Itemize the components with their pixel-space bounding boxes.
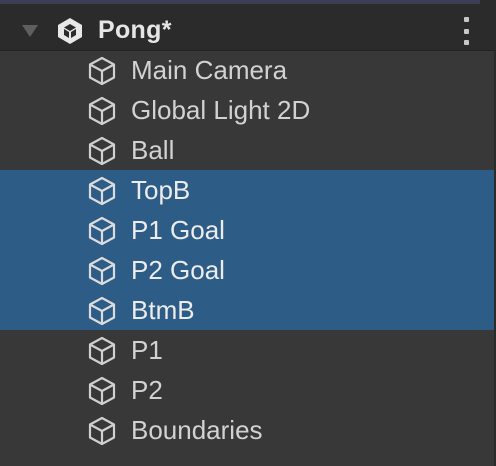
hierarchy-item-label: Main Camera — [131, 55, 288, 85]
hierarchy-item-label: Global Light 2D — [131, 95, 311, 125]
hierarchy-window: Pong* Main Camera Global Light 2D Ball T… — [0, 0, 496, 466]
hierarchy-item-topb[interactable]: TopB — [0, 170, 496, 210]
kebab-dot — [463, 40, 469, 45]
hierarchy-item-label: TopB — [131, 175, 191, 205]
gameobject-cube-icon — [88, 216, 116, 246]
gameobject-cube-icon — [88, 96, 116, 126]
kebab-dot — [463, 28, 469, 34]
hierarchy-item-p2[interactable]: P2 — [0, 370, 496, 410]
gameobject-cube-icon — [88, 136, 116, 166]
hierarchy-item-boundaries[interactable]: Boundaries — [0, 410, 496, 450]
more-options-icon[interactable] — [456, 17, 476, 45]
hierarchy-item-label: P1 — [131, 335, 163, 365]
gameobject-cube-icon — [88, 376, 116, 406]
hierarchy-item-main-camera[interactable]: Main Camera — [0, 50, 496, 90]
hierarchy-item-label: BtmB — [131, 295, 195, 325]
hierarchy-item-ball[interactable]: Ball — [0, 130, 496, 170]
hierarchy-item-p1-goal[interactable]: P1 Goal — [0, 210, 496, 250]
gameobject-cube-icon — [88, 176, 116, 206]
hierarchy-item-label: Boundaries — [131, 415, 263, 445]
hierarchy-item-label: P2 — [131, 375, 163, 405]
hierarchy-item-global-light-2d[interactable]: Global Light 2D — [0, 90, 496, 130]
scene-title[interactable]: Pong* — [98, 16, 172, 44]
hierarchy-item-btmb[interactable]: BtmB — [0, 290, 496, 330]
unity-scene-icon — [58, 18, 82, 44]
hierarchy-item-label: Ball — [131, 135, 175, 165]
gameobject-cube-icon — [88, 256, 116, 286]
gameobject-cube-icon — [88, 56, 116, 86]
hierarchy-item-label: P2 Goal — [131, 255, 225, 285]
kebab-dot — [463, 17, 469, 22]
hierarchy-item-label: P1 Goal — [131, 215, 225, 245]
gameobject-cube-icon — [88, 296, 116, 326]
hierarchy-list: Main Camera Global Light 2D Ball TopB P1… — [0, 50, 496, 450]
hierarchy-item-p1[interactable]: P1 — [0, 330, 496, 370]
foldout-arrow-icon[interactable] — [22, 25, 38, 37]
scene-header[interactable]: Pong* — [0, 10, 496, 51]
hierarchy-item-p2-goal[interactable]: P2 Goal — [0, 250, 496, 290]
gameobject-cube-icon — [88, 416, 116, 446]
gameobject-cube-icon — [88, 336, 116, 366]
top-strip — [0, 0, 496, 10]
top-strip-accent — [0, 0, 480, 4]
